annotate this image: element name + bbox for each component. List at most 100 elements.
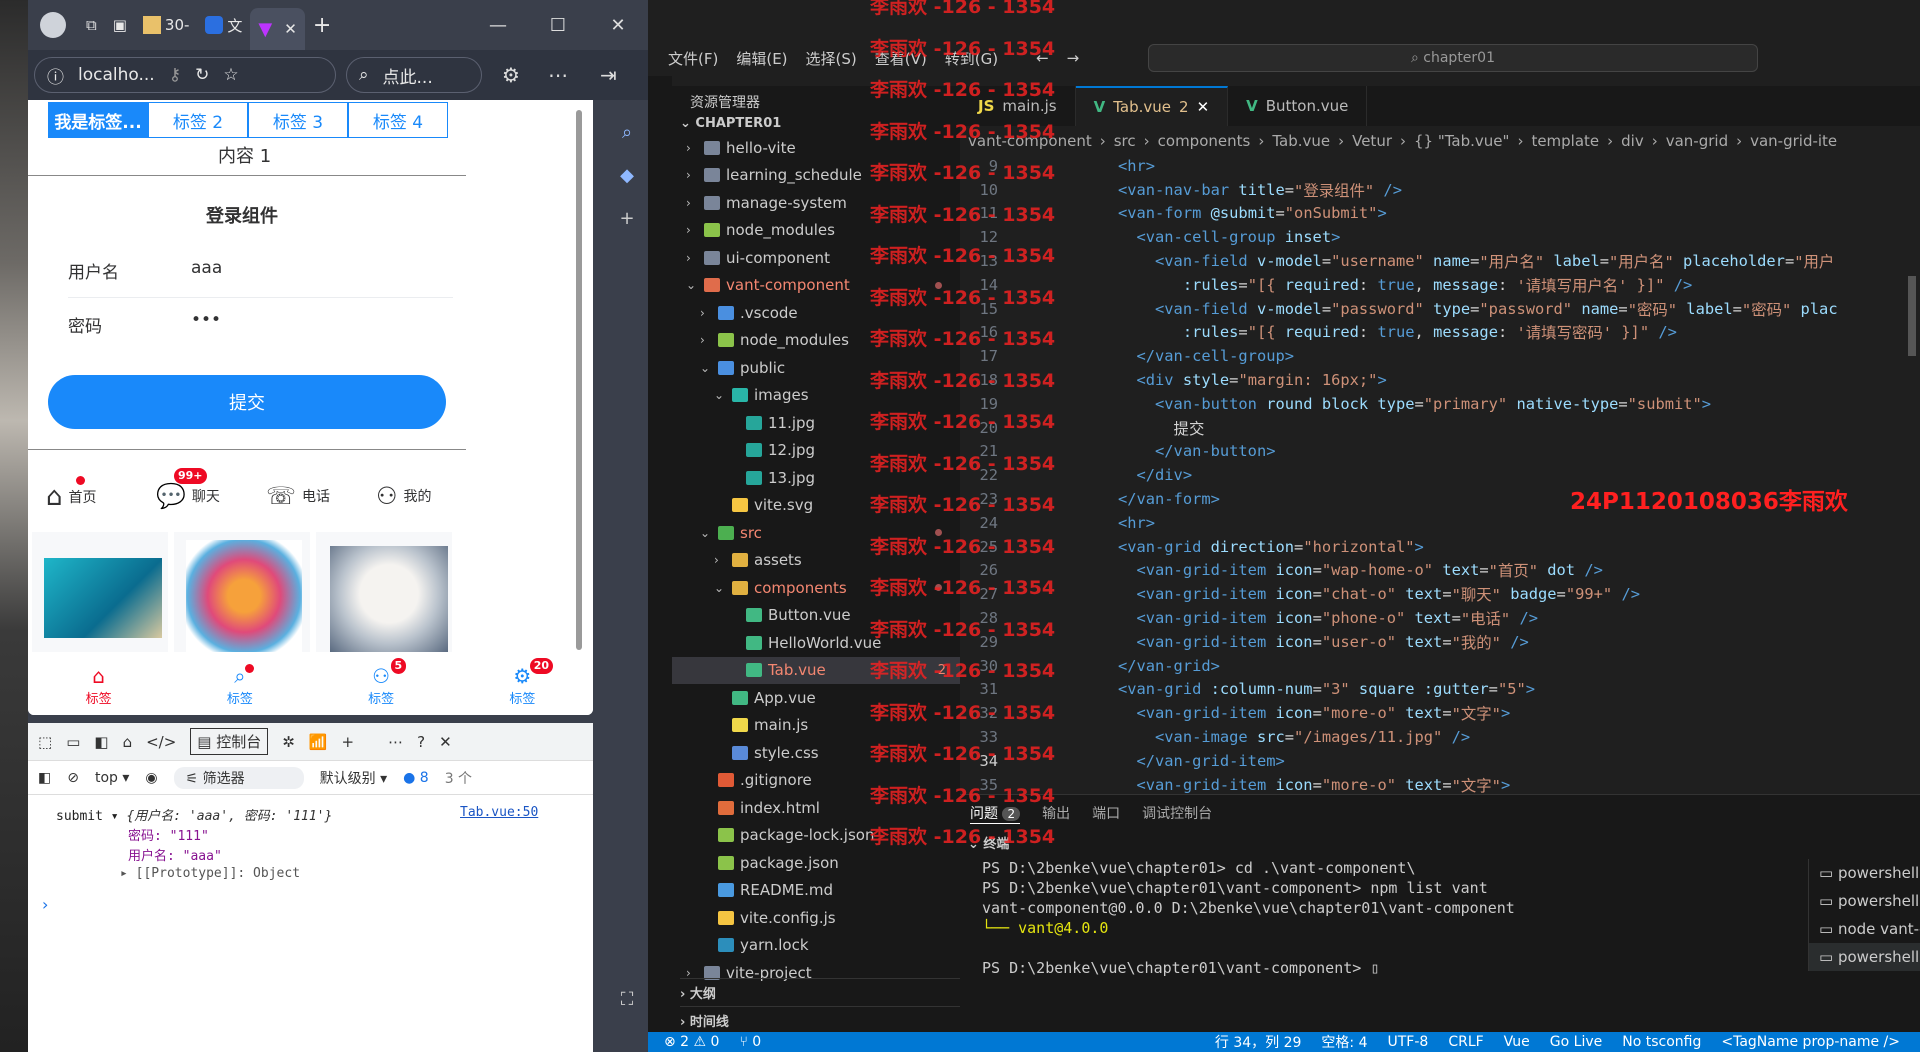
info-icon[interactable]: ⓘ: [47, 63, 64, 88]
key-icon[interactable]: ⚷: [169, 65, 181, 85]
image-cell[interactable]: [32, 532, 168, 652]
grid-item-phone[interactable]: ☏ 电话: [266, 482, 330, 510]
tree-item[interactable]: vite.svg: [672, 492, 960, 520]
terminal-item[interactable]: ▭ powershell...: [1809, 943, 1920, 971]
tab-3[interactable]: 标签 3: [248, 102, 348, 138]
code-line[interactable]: 13 <van-field v-model = "username" name = "用…: [960, 249, 1920, 273]
status-spaces[interactable]: 空格: 4: [1321, 1032, 1367, 1052]
code-line[interactable]: 34 </van-grid-item>: [960, 749, 1920, 773]
tree-item[interactable]: package-lock.json: [672, 822, 960, 850]
elements-icon[interactable]: </>: [146, 733, 176, 751]
welcome-icon[interactable]: ⌂: [123, 733, 133, 751]
network-icon[interactable]: 📶: [309, 733, 328, 751]
breadcrumb-item[interactable]: components: [1158, 132, 1251, 150]
menu-selection[interactable]: 选择(S): [806, 48, 857, 69]
tabbar-item-2[interactable]: ⌕ 标签: [169, 656, 310, 715]
tree-item[interactable]: › node_modules: [672, 217, 960, 245]
tree-item[interactable]: › learning_schedule: [672, 162, 960, 190]
editor-tab[interactable]: V Button.vue: [1228, 86, 1368, 126]
sidebar-toggle-icon[interactable]: ⇥: [600, 63, 617, 87]
tree-item[interactable]: main.js: [672, 712, 960, 740]
status-problems[interactable]: ⊗ 2 ⚠ 0: [664, 1034, 719, 1050]
tab-ports[interactable]: 端口: [1092, 803, 1120, 824]
tree-item[interactable]: › node_modules: [672, 327, 960, 355]
tree-item[interactable]: ⌄ public: [672, 354, 960, 382]
tree-item[interactable]: Button.vue: [672, 602, 960, 630]
command-search[interactable]: ⌕ chapter01: [1148, 44, 1758, 72]
log-prototype[interactable]: ▸ [[Prototype]]: Object: [120, 866, 300, 881]
close-window-button[interactable]: ✕: [588, 15, 648, 36]
status-encoding[interactable]: UTF-8: [1388, 1034, 1429, 1050]
expand-toggle[interactable]: ▾: [111, 809, 119, 824]
issues-badge[interactable]: ● 8: [403, 770, 429, 786]
breadcrumb-item[interactable]: Vetur: [1352, 132, 1392, 150]
tree-item[interactable]: README.md: [672, 877, 960, 905]
tab-debug-console[interactable]: 调试控制台: [1142, 803, 1212, 824]
tree-item[interactable]: Tab.vue 2: [672, 656, 960, 684]
page-scrollbar[interactable]: [576, 110, 582, 650]
tree-item[interactable]: vite.config.js: [672, 904, 960, 932]
code-line[interactable]: 11 <van-form @submit = "onSubmit" >: [960, 202, 1920, 226]
new-tab-button[interactable]: +: [305, 7, 339, 43]
code-line[interactable]: 20 提交: [960, 416, 1920, 440]
breadcrumb-item[interactable]: van-grid: [1666, 132, 1728, 150]
terminal-item[interactable]: ▭ node vant-c...: [1809, 915, 1920, 943]
username-field[interactable]: aaa: [191, 258, 222, 278]
code-line[interactable]: 26 <van-grid-item icon = "wap-home-o" text…: [960, 559, 1920, 583]
breadcrumb-item[interactable]: van-grid-ite: [1750, 132, 1837, 150]
more-menu-icon[interactable]: ⋯: [548, 63, 568, 87]
sidebar-icon[interactable]: ◧: [38, 770, 51, 786]
device-icon[interactable]: ▭: [66, 733, 80, 751]
close-tab-icon[interactable]: ✕: [1197, 98, 1210, 116]
tag-sidebar-icon[interactable]: ◆: [606, 165, 648, 186]
code-line[interactable]: 32 <van-grid-item icon = "more-o" text = "文字…: [960, 701, 1920, 725]
tree-item[interactable]: package.json: [672, 849, 960, 877]
editor-tab[interactable]: V Tab.vue 2 ✕: [1075, 86, 1229, 126]
menu-view[interactable]: 查看(V): [875, 48, 927, 69]
code-line[interactable]: 18 <div style = "margin: 16px;" >: [960, 368, 1920, 392]
workspace-root[interactable]: ⌄ CHAPTER01: [680, 116, 781, 131]
browser-tab-2[interactable]: 文: [197, 7, 250, 43]
image-cell[interactable]: [174, 532, 310, 652]
code-line[interactable]: 14 :rules = "[{ required: true, message: '…: [960, 273, 1920, 297]
menu-file[interactable]: 文件(F): [668, 48, 718, 69]
add-sidebar-icon[interactable]: +: [606, 208, 648, 229]
tab-close-icon[interactable]: ✕: [284, 20, 297, 38]
menu-edit[interactable]: 编辑(E): [736, 48, 787, 69]
log-level-select[interactable]: 默认级别 ▾: [320, 768, 387, 788]
tree-item[interactable]: ⌄ src: [672, 519, 960, 547]
tab-problems[interactable]: 问题 2: [970, 803, 1021, 824]
editor-scrollbar[interactable]: [1908, 276, 1916, 356]
tree-item[interactable]: › manage-system: [672, 189, 960, 217]
breadcrumb-item[interactable]: vant-component: [968, 132, 1092, 150]
terminal-output[interactable]: PS D:\2benke\vue\chapter01> cd .\vant-co…: [960, 859, 1790, 979]
editor-tab[interactable]: JS main.js: [960, 86, 1076, 126]
image-cell[interactable]: [316, 532, 452, 652]
code-line[interactable]: 33 <van-image src = "/images/11.jpg" />: [960, 725, 1920, 749]
code-view[interactable]: 9 <hr> 10 <van-nav-bar title = "登录组件" /> 11 …: [960, 154, 1920, 797]
breadcrumb-item[interactable]: {} "Tab.vue": [1414, 132, 1509, 150]
browser-tab-1[interactable]: 30-: [135, 7, 198, 43]
submit-button[interactable]: 提交: [48, 375, 446, 429]
terminal-item[interactable]: ▭ powershell: [1809, 887, 1920, 915]
close-devtools-icon[interactable]: ✕: [439, 733, 452, 751]
back-icon[interactable]: ←: [1036, 49, 1049, 67]
timeline-section[interactable]: › 时间线: [680, 1006, 960, 1030]
minimize-button[interactable]: —: [468, 15, 528, 36]
tree-item[interactable]: HelloWorld.vue: [672, 629, 960, 657]
add-tool-icon[interactable]: +: [342, 733, 355, 751]
tree-item[interactable]: style.css: [672, 739, 960, 767]
password-field[interactable]: •••: [191, 310, 221, 330]
log-source-link[interactable]: Tab.vue:50: [460, 805, 538, 820]
clear-console-icon[interactable]: ⊘: [67, 770, 79, 786]
tab-4[interactable]: 标签 4: [348, 102, 448, 138]
refresh-icon[interactable]: ↻: [195, 65, 209, 85]
tab-2[interactable]: 标签 2: [148, 102, 248, 138]
tabbar-item-3[interactable]: ⚇ 标签 5: [311, 656, 452, 715]
code-line[interactable]: 12 <van-cell-group inset >: [960, 225, 1920, 249]
dock-icon[interactable]: ◧: [94, 733, 108, 751]
vertical-tabs-icon[interactable]: ▣: [105, 7, 135, 43]
breadcrumb-item[interactable]: src: [1114, 132, 1136, 150]
code-line[interactable]: 30 </van-grid>: [960, 654, 1920, 678]
console-tab[interactable]: ▤ 控制台: [190, 728, 269, 755]
